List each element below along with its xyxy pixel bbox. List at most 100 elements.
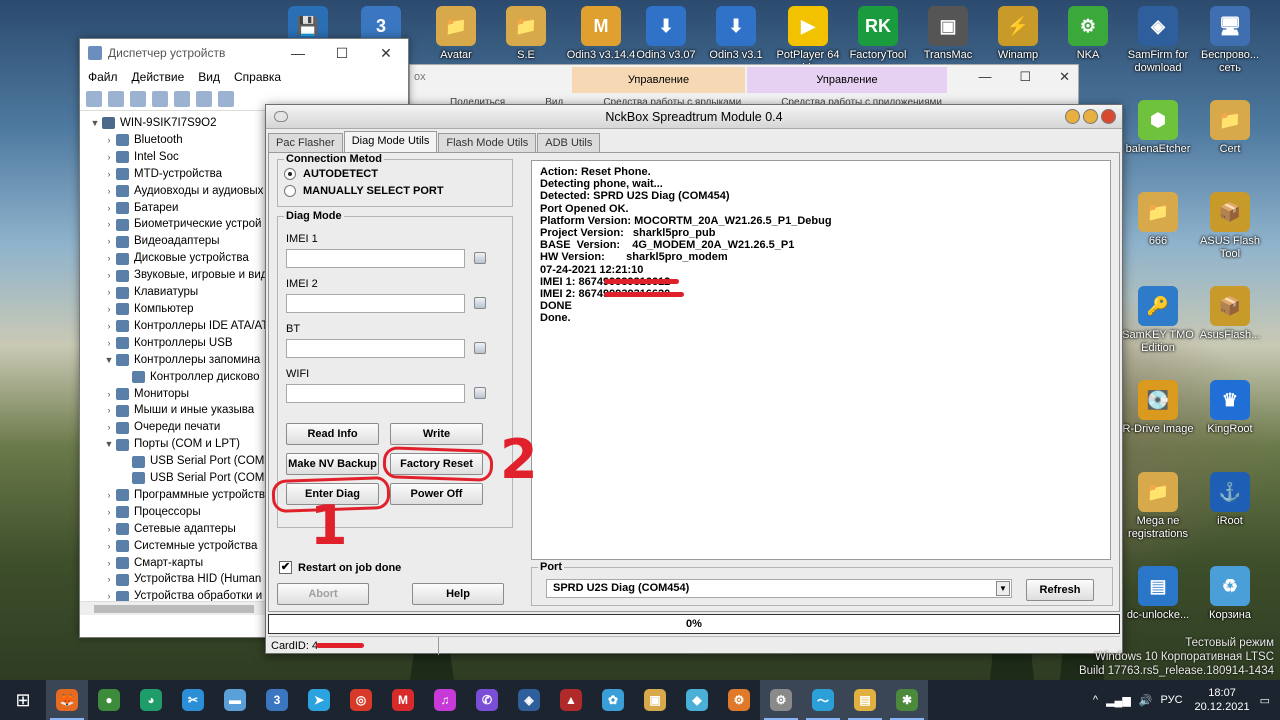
clock[interactable]: 18:07 20.12.2021 [1195,686,1250,714]
taskbar-app-cube[interactable]: ◆ [676,680,718,720]
chevron-right-icon[interactable]: › [102,386,116,403]
tab-pac-flasher[interactable]: Pac Flasher [268,133,343,152]
windows-start-icon[interactable]: ⊞ [0,680,46,720]
desktop-icon[interactable]: ⚙ NKA [1052,6,1124,62]
maximize-icon[interactable] [1083,109,1098,124]
log-output[interactable]: Action: Reset Phone. Detecting phone, wai… [531,160,1111,560]
chevron-right-icon[interactable]: › [102,419,116,436]
power-off-button[interactable]: Power Off [390,483,483,505]
chevron-right-icon[interactable]: › [102,183,116,200]
language-indicator[interactable]: РУС [1161,694,1183,706]
chevron-right-icon[interactable]: › [102,301,116,318]
minimize-icon[interactable] [1065,109,1080,124]
list-icon[interactable] [152,90,168,107]
radio-autodetect[interactable]: AUTODETECT [278,165,512,182]
taskbar-app-viber[interactable]: ✆ [466,680,508,720]
tab-diag-mode-utils[interactable]: Diag Mode Utils [343,131,438,152]
ribbon-manage-tab[interactable]: Управление [572,67,745,93]
menu-action[interactable]: Действие [132,70,185,84]
taskbar-app-tool-bird[interactable]: ✿ [592,680,634,720]
taskbar-app-gpu[interactable]: ▲ [550,680,592,720]
details-icon[interactable] [196,90,212,107]
taskbar-app-samfirm[interactable]: ◈ [508,680,550,720]
desktop-icon[interactable]: ◈ SamFirm for download [1122,6,1194,75]
desktop-icon[interactable]: 🔑 SamKEY TMO Edition [1122,286,1194,355]
desktop-icon[interactable]: ⚓ iRoot [1194,472,1266,528]
read-info-button[interactable]: Read Info [286,423,379,445]
radio-manual-port[interactable]: MANUALLY SELECT PORT [278,182,512,199]
tab-flash-mode-utils[interactable]: Flash Mode Utils [438,133,537,152]
taskbar-app-telegram[interactable]: ➤ [298,680,340,720]
taskbar-app-android[interactable]: ⚙ [718,680,760,720]
taskbar-app-bug[interactable]: ✱ [886,680,928,720]
chevron-right-icon[interactable]: › [102,555,116,572]
desktop-icon[interactable]: 💽 R-Drive Image [1122,380,1194,436]
window-menu-icon[interactable] [274,111,288,122]
chevron-right-icon[interactable]: › [102,335,116,352]
help-button[interactable]: Help [412,583,504,605]
taskbar-app-color-app[interactable]: ◕ [130,680,172,720]
chevron-right-icon[interactable]: › [102,571,116,588]
forward-icon[interactable] [108,90,124,107]
taskbar-app-screenshot[interactable]: ✂ [172,680,214,720]
imei2-input[interactable] [286,294,465,313]
taskbar-app-chrome[interactable]: ● [88,680,130,720]
wifi-checkbox[interactable] [474,387,486,399]
bt-input[interactable] [286,339,465,358]
tab-adb-utils[interactable]: ADB Utils [537,133,601,152]
chevron-right-icon[interactable]: › [102,149,116,166]
network-icon[interactable]: ▂▄▆ [1106,694,1131,707]
menu-view[interactable]: Вид [198,70,220,84]
minimize-icon[interactable]: — [276,45,320,62]
maximize-icon[interactable]: ☐ [320,45,364,62]
monitor-icon[interactable] [218,90,234,107]
desktop-icon[interactable]: ⬢ balenaEtcher [1122,100,1194,156]
taskbar-app-3[interactable]: 3 [256,680,298,720]
taskbar-app-nckbox[interactable]: 〜 [802,680,844,720]
tray-chevron-icon[interactable]: ^ [1093,694,1098,706]
chevron-right-icon[interactable]: › [102,200,116,217]
chevron-down-icon[interactable]: ▼ [102,436,116,453]
desktop-icon[interactable]: ⬇ Odin3 v3.1 [700,6,772,62]
taskbar-app-itunes[interactable]: ♫ [424,680,466,720]
back-icon[interactable] [86,90,102,107]
write-button[interactable]: Write [390,423,483,445]
chevron-right-icon[interactable]: › [102,318,116,335]
chevron-down-icon[interactable]: ▼ [102,352,116,369]
desktop-icon[interactable]: M Odin3 v3.14.4 [565,6,637,62]
close-icon[interactable] [1101,109,1116,124]
notifications-icon[interactable]: ▭ [1260,694,1270,707]
close-icon[interactable]: ✕ [1059,69,1070,85]
taskbar-app-app-red[interactable]: ◎ [340,680,382,720]
minimize-icon[interactable]: — [978,69,991,85]
close-icon[interactable]: ✕ [364,45,408,62]
refresh-button[interactable]: Refresh [1026,579,1094,601]
bt-checkbox[interactable] [474,342,486,354]
taskbar-app-box[interactable]: ▣ [634,680,676,720]
chevron-right-icon[interactable]: › [102,233,116,250]
desktop-icon[interactable]: ⚡ Winamp [982,6,1054,62]
chevron-right-icon[interactable]: › [102,250,116,267]
desktop-icon[interactable]: ♻ Корзина [1194,566,1266,622]
menu-file[interactable]: Файл [88,70,118,84]
port-select[interactable]: SPRD U2S Diag (COM454) ▼ [546,579,1012,598]
chevron-down-icon[interactable]: ▼ [88,115,102,132]
desktop-icon[interactable]: 📦 ASUS Flash Tool [1194,192,1266,261]
chevron-right-icon[interactable]: › [102,166,116,183]
desktop-icon[interactable]: ⬇ Odin3 v3.07 [630,6,702,62]
taskbar-app-folder[interactable]: ▤ [844,680,886,720]
desktop-icon[interactable]: ▣ TransMac [912,6,984,62]
desktop-icon[interactable]: 📦 AsusFlash... [1194,286,1266,342]
restart-on-done-checkbox[interactable]: ✔ Restart on job done [279,561,401,574]
chevron-right-icon[interactable]: › [102,538,116,555]
imei2-checkbox[interactable] [474,297,486,309]
desktop-icon[interactable]: 📁 Avatar [420,6,492,62]
imei1-checkbox[interactable] [474,252,486,264]
chevron-right-icon[interactable]: › [102,487,116,504]
chevron-right-icon[interactable]: › [102,521,116,538]
chevron-down-icon[interactable]: ▼ [996,581,1010,596]
devmgr-titlebar[interactable]: Диспетчер устройств — ☐ ✕ [80,39,408,67]
checkmark-icon[interactable]: ✔ [279,561,292,574]
chevron-right-icon[interactable]: › [102,132,116,149]
chevron-right-icon[interactable]: › [102,216,116,233]
